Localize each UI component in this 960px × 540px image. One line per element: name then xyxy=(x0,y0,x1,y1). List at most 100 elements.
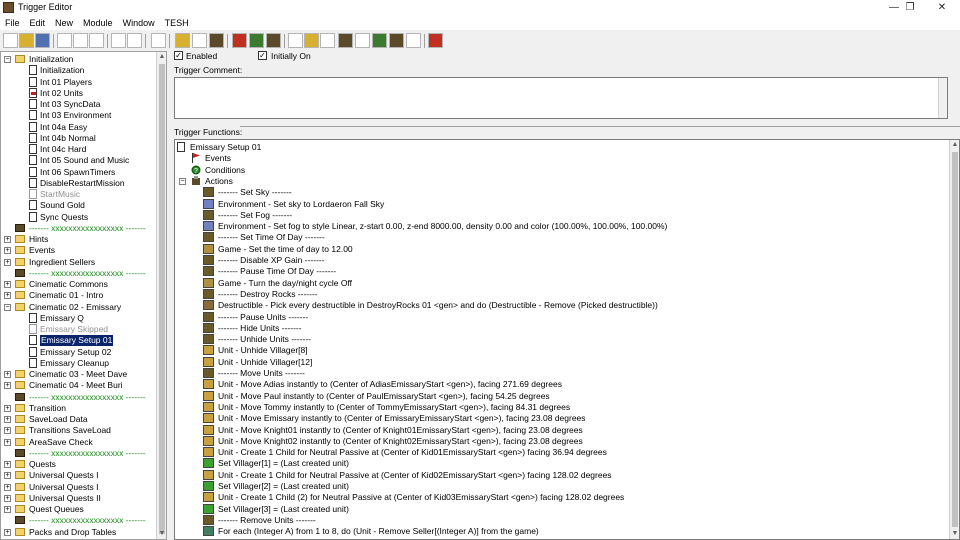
tree-trigger[interactable]: Sync Quests xyxy=(1,211,156,223)
tree-folder[interactable]: + Universal Quests I xyxy=(1,470,156,481)
tree-trigger[interactable]: DisableRestartMission xyxy=(1,177,156,189)
tree-scroll-thumb[interactable] xyxy=(159,64,165,534)
initially-on-checkbox[interactable]: ✓ xyxy=(258,51,267,60)
copy-icon[interactable] xyxy=(73,33,88,48)
functions-scroll-thumb[interactable] xyxy=(952,152,958,527)
trigger-tree[interactable]: + Packs and Drop Tables ------- xxxxxxxxxx… xyxy=(0,51,167,540)
tree-folder[interactable]: + Cinematic 04 - Meet Buri xyxy=(1,380,156,391)
tree-trigger[interactable]: Emissary Skipped xyxy=(1,324,156,335)
trigger-functions-tree[interactable]: Emissary Setup 01 Events ? Conditions − … xyxy=(174,139,960,540)
sound-editor-icon[interactable] xyxy=(320,33,335,48)
tree-trigger[interactable]: Sound Gold xyxy=(1,200,156,211)
campaign-editor-icon[interactable] xyxy=(355,33,370,48)
collapse-icon[interactable]: − xyxy=(179,177,186,185)
menu-new[interactable]: New xyxy=(50,16,78,30)
trigger-comment-field[interactable] xyxy=(174,77,948,119)
object-editor-icon[interactable] xyxy=(338,33,353,48)
menu-module[interactable]: Module xyxy=(78,16,118,30)
new-event-icon[interactable] xyxy=(232,33,247,48)
menu-window[interactable]: Window xyxy=(118,16,160,30)
scroll-down-icon[interactable]: ▼ xyxy=(950,529,959,539)
cut-icon[interactable] xyxy=(57,33,72,48)
tree-trigger[interactable]: Int 01 Players xyxy=(1,76,156,88)
scroll-up-icon[interactable]: ▲ xyxy=(950,140,959,150)
expand-icon[interactable]: + xyxy=(4,472,11,480)
expand-icon[interactable]: + xyxy=(4,258,11,266)
scroll-up-icon[interactable]: ▲ xyxy=(157,52,166,62)
menu-file[interactable]: File xyxy=(0,16,25,30)
scroll-down-icon[interactable]: ▼ xyxy=(157,529,166,539)
terrain-editor-icon[interactable] xyxy=(288,33,303,48)
tree-trigger[interactable]: Emissary Cleanup xyxy=(1,357,156,369)
unit-editor-icon[interactable] xyxy=(304,33,319,48)
expand-icon[interactable]: + xyxy=(4,506,11,513)
tree-comment[interactable]: ------- xxxxxxxxxxxxxxxxx ------- xyxy=(1,515,156,526)
tree-folder[interactable]: + Universal Quests II xyxy=(1,493,156,504)
tree-trigger[interactable]: Int 05 Sound and Music xyxy=(1,155,156,166)
tree-trigger[interactable]: Int 06 SpawnTimers xyxy=(1,166,156,178)
tree-folder[interactable]: + Quest Queues xyxy=(1,504,156,515)
tree-folder[interactable]: + Transition xyxy=(1,403,156,414)
tree-comment[interactable]: ------- xxxxxxxxxxxxxxxxx ------- xyxy=(1,448,156,459)
new-map-icon[interactable] xyxy=(3,33,18,48)
tree-folder[interactable]: + Cinematic Commons xyxy=(1,279,156,290)
tree-comment[interactable]: ------- xxxxxxxxxxxxxxxxx ------- xyxy=(1,223,156,234)
tree-trigger[interactable]: Emissary Setup 01 xyxy=(1,335,156,347)
tree-trigger[interactable]: Emissary Q xyxy=(1,312,156,324)
tree-folder[interactable]: + Universal Quests I xyxy=(1,482,156,493)
expand-icon[interactable]: + xyxy=(4,427,11,435)
save-icon[interactable] xyxy=(35,33,50,48)
comment-scrollbar[interactable] xyxy=(938,78,947,118)
expand-icon[interactable]: + xyxy=(4,494,11,502)
expand-icon[interactable]: + xyxy=(4,382,11,390)
paste-icon[interactable] xyxy=(89,33,104,48)
tree-folder[interactable]: − Cinematic 02 - Emissary xyxy=(1,302,156,313)
tree-comment[interactable]: ------- xxxxxxxxxxxxxxxxx ------- xyxy=(1,268,156,279)
import-manager-icon[interactable] xyxy=(406,33,421,48)
expand-icon[interactable]: + xyxy=(4,528,11,536)
expand-icon[interactable]: + xyxy=(4,483,11,491)
tree-scrollbar[interactable]: ▲ ▼ xyxy=(156,52,166,539)
menu-tesh[interactable]: TESH xyxy=(160,16,194,30)
ai-editor-icon[interactable] xyxy=(372,33,387,48)
tree-comment[interactable]: ------- xxxxxxxxxxxxxxxxx ------- xyxy=(1,392,156,403)
tree-trigger[interactable]: Emissary Setup 02 xyxy=(1,346,156,358)
tree-folder[interactable]: + Events xyxy=(1,245,156,256)
expand-icon[interactable]: + xyxy=(4,236,11,243)
tree-folder[interactable]: + Cinematic 03 - Meet Dave xyxy=(1,369,156,380)
new-trigger-icon[interactable] xyxy=(192,33,207,48)
tree-trigger[interactable]: Int 03 Environment xyxy=(1,110,156,121)
undo-icon[interactable] xyxy=(111,33,126,48)
new-comment-icon[interactable] xyxy=(209,33,224,48)
tree-folder[interactable]: + Transitions SaveLoad xyxy=(1,425,156,436)
enabled-checkbox[interactable]: ✓ xyxy=(174,51,183,60)
tree-folder[interactable]: + Hints xyxy=(1,234,156,245)
tree-trigger[interactable]: Int 04b Normal xyxy=(1,132,156,144)
redo-icon[interactable] xyxy=(127,33,142,48)
expand-icon[interactable]: + xyxy=(4,461,11,468)
tree-folder[interactable]: − Initialization xyxy=(1,54,156,65)
tree-trigger[interactable]: Int 04c Hard xyxy=(1,144,156,155)
tree-trigger[interactable]: Int 02 Units xyxy=(1,87,156,99)
functions-scrollbar[interactable]: ▲ ▼ xyxy=(949,140,959,539)
expand-icon[interactable]: + xyxy=(4,404,11,412)
tree-trigger[interactable]: Int 03 SyncData xyxy=(1,99,156,110)
new-condition-icon[interactable] xyxy=(249,33,264,48)
expand-icon[interactable]: + xyxy=(4,371,11,378)
tree-trigger[interactable]: StartMusic xyxy=(1,189,156,200)
tree-trigger[interactable]: Int 04a Easy xyxy=(1,121,156,133)
new-action-icon[interactable] xyxy=(266,33,281,48)
menu-edit[interactable]: Edit xyxy=(25,16,51,30)
tree-folder[interactable]: + AreaSave Check xyxy=(1,437,156,448)
tree-folder[interactable]: + Cinematic 01 - Intro xyxy=(1,290,156,301)
expand-icon[interactable]: + xyxy=(4,416,11,423)
tree-folder[interactable]: + Quests xyxy=(1,459,156,470)
collapse-icon[interactable]: − xyxy=(4,303,11,311)
object-manager-icon[interactable] xyxy=(389,33,404,48)
expand-icon[interactable]: + xyxy=(4,281,11,288)
expand-icon[interactable]: + xyxy=(4,247,11,255)
restore-button[interactable]: ❐ xyxy=(894,0,926,16)
tree-folder[interactable]: + SaveLoad Data xyxy=(1,414,156,425)
delete-icon[interactable] xyxy=(151,33,166,48)
expand-icon[interactable]: + xyxy=(4,292,11,300)
